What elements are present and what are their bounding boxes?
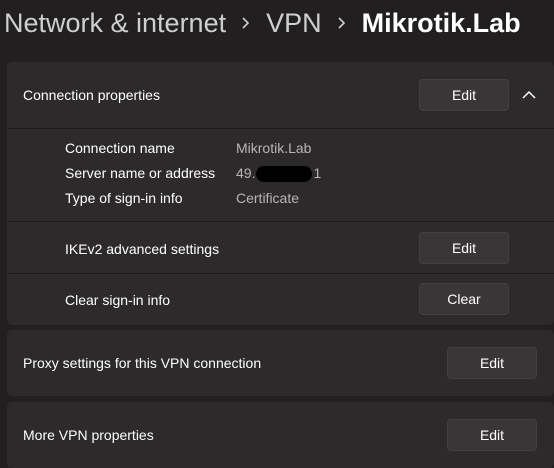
signin-type-value: Certificate — [236, 190, 300, 206]
chevron-up-icon[interactable] — [519, 85, 539, 105]
chevron-right-icon — [240, 16, 252, 30]
connection-properties-title: Connection properties — [23, 87, 160, 103]
proxy-settings-card: Proxy settings for this VPN connection E… — [7, 330, 554, 396]
breadcrumb: Network & internet VPN Mikrotik.Lab — [4, 4, 521, 42]
more-vpn-properties-card: More VPN properties Edit — [7, 402, 554, 468]
more-vpn-properties-edit-button[interactable]: Edit — [447, 419, 537, 451]
connection-properties-card: Connection properties Edit Connection na… — [7, 62, 554, 325]
divider — [7, 273, 554, 274]
signin-type-label: Type of sign-in info — [65, 190, 183, 206]
breadcrumb-network-internet[interactable]: Network & internet — [4, 8, 226, 39]
chevron-right-icon — [336, 16, 348, 30]
more-vpn-properties-label: More VPN properties — [23, 427, 154, 443]
proxy-settings-label: Proxy settings for this VPN connection — [23, 355, 262, 371]
connection-name-label: Connection name — [65, 140, 175, 156]
divider — [7, 221, 554, 222]
breadcrumb-vpn[interactable]: VPN — [266, 8, 322, 39]
redaction-mark — [256, 166, 313, 183]
connection-properties-header[interactable]: Connection properties Edit — [7, 62, 554, 128]
ikev2-edit-button[interactable]: Edit — [419, 232, 509, 264]
ikev2-settings-label: IKEv2 advanced settings — [65, 241, 220, 257]
connection-properties-edit-button[interactable]: Edit — [419, 79, 509, 111]
connection-name-value: Mikrotik.Lab — [236, 140, 312, 156]
server-address-suffix: 1 — [313, 165, 322, 181]
proxy-edit-button[interactable]: Edit — [447, 347, 537, 379]
server-address-label: Server name or address — [65, 165, 216, 181]
page-title: Mikrotik.Lab — [361, 7, 521, 38]
clear-signin-button[interactable]: Clear — [419, 283, 509, 315]
clear-signin-label: Clear sign-in info — [65, 292, 171, 308]
server-address-value: 49. 1 — [236, 165, 322, 183]
divider — [7, 128, 554, 129]
server-address-prefix: 49. — [236, 165, 256, 181]
